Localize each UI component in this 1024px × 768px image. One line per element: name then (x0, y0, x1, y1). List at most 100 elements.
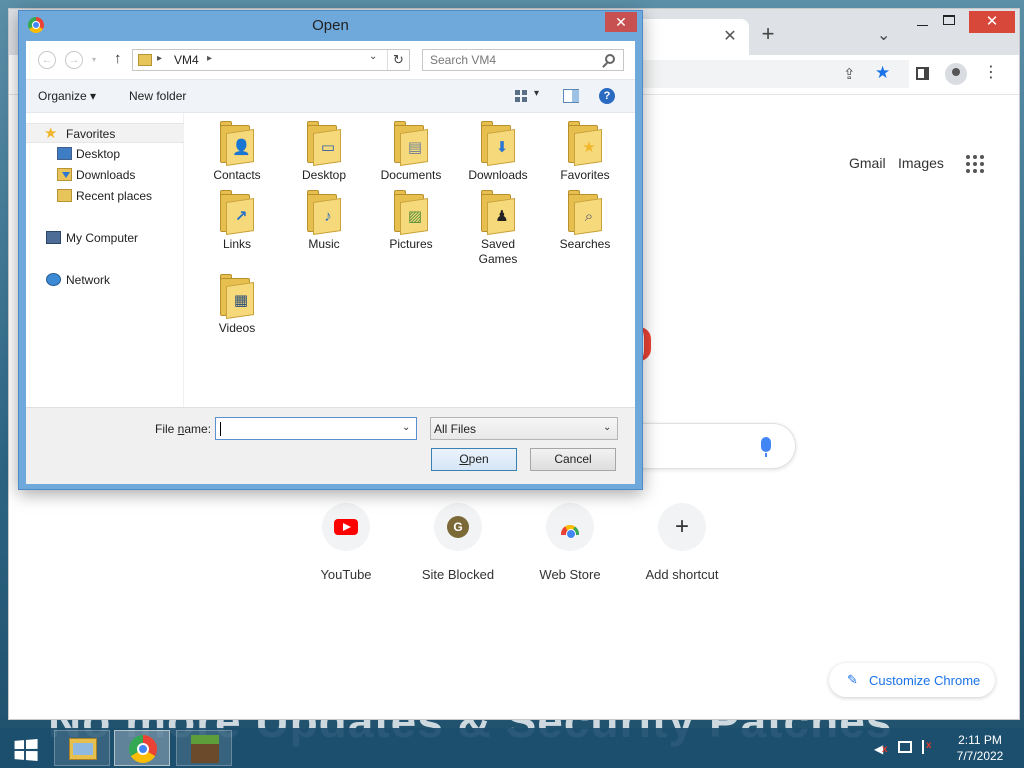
search-icon[interactable] (605, 54, 615, 64)
address-dropdown-icon[interactable]: ⌄ (369, 51, 377, 62)
folder-label: Music (308, 237, 340, 251)
gmail-link[interactable]: Gmail (849, 155, 886, 171)
folder-links[interactable]: ↗ Links (194, 190, 280, 252)
search-input[interactable] (423, 50, 601, 70)
music-folder-icon: ♪ (305, 190, 343, 235)
clock-date: 7/7/2022 (956, 749, 1004, 763)
nav-item-label: Favorites (66, 127, 116, 141)
organize-button[interactable]: Organize ▾ (38, 89, 96, 103)
dialog-close-button[interactable]: ✕ (605, 12, 637, 32)
help-icon[interactable]: ? (599, 88, 615, 104)
nav-item-downloads[interactable]: Downloads (26, 165, 184, 185)
file-type-select[interactable]: All Files ⌄ (430, 417, 618, 440)
file-name-input[interactable]: ⌄ (215, 417, 417, 440)
nav-item-favorites[interactable]: ★ Favorites (26, 123, 184, 143)
maximize-icon[interactable] (943, 15, 955, 25)
chrome-icon (129, 735, 157, 763)
breadcrumb-chevron-icon[interactable]: ▸ (157, 53, 162, 64)
action-center-flag-icon[interactable] (922, 740, 934, 754)
tab-close-icon[interactable]: ✕ (721, 28, 739, 46)
folder-documents[interactable]: ▤ Documents (368, 121, 454, 183)
folder-label: Desktop (301, 168, 347, 182)
cancel-button[interactable]: Cancel (530, 448, 616, 471)
folder-favorites[interactable]: ★ Favorites (542, 121, 628, 183)
voice-search-icon[interactable] (761, 437, 771, 457)
shortcut-label: Site Blocked (421, 567, 495, 582)
address-bar[interactable]: ▸ VM4 ▸ ⌄ ↻ (132, 49, 410, 71)
folder-downloads[interactable]: ⬇ Downloads (455, 121, 541, 183)
forward-arrow-icon[interactable]: → (65, 51, 83, 69)
change-view-icon[interactable] (515, 90, 529, 102)
view-options-dropdown-icon[interactable]: ▾ (534, 88, 539, 99)
shortcut-label: Web Store (539, 567, 601, 582)
nav-item-recent-places[interactable]: Recent places (26, 186, 184, 206)
text-caret (220, 422, 221, 436)
bookmark-star-icon[interactable]: ★ (875, 63, 890, 83)
new-folder-button[interactable]: New folder (129, 89, 186, 103)
profile-avatar-icon[interactable] (945, 63, 967, 85)
breadcrumb-vm4[interactable]: VM4 (174, 53, 199, 67)
up-arrow-icon[interactable]: ↑ (114, 50, 122, 67)
taskbar-chrome[interactable] (114, 730, 170, 766)
refresh-icon[interactable]: ↻ (387, 50, 409, 70)
taskbar-minecraft[interactable] (176, 730, 232, 766)
preview-pane-icon[interactable] (563, 89, 579, 103)
window-close-icon[interactable]: ✕ (969, 11, 1015, 33)
navigation-pane: ★ Favorites Desktop Downloads Recent pla… (26, 113, 184, 407)
customize-chrome-button[interactable]: ✎ Customize Chrome (829, 663, 995, 697)
minecraft-icon (191, 735, 219, 763)
file-name-dropdown-icon[interactable]: ⌄ (402, 422, 410, 433)
star-icon: ★ (44, 125, 58, 142)
folder-contacts[interactable]: 👤 Contacts (194, 121, 280, 183)
pictures-folder-icon: ▨ (392, 190, 430, 235)
folder-saved-games[interactable]: ♟ Saved Games (455, 190, 541, 267)
start-button[interactable] (4, 732, 44, 766)
minimize-icon[interactable] (911, 13, 935, 33)
open-dialog: Open ✕ ← → ▾ ↑ ▸ VM4 ▸ ⌄ ↻ Organize ▾ Ne… (18, 10, 643, 490)
open-button[interactable]: Open (431, 448, 517, 471)
taskbar-clock[interactable]: 2:11 PM 7/7/2022 (944, 732, 1016, 764)
recent-places-icon (57, 189, 72, 202)
new-tab-icon[interactable]: + (757, 23, 779, 45)
network-icon[interactable] (898, 741, 912, 753)
nav-item-my-computer[interactable]: My Computer (26, 228, 184, 248)
customize-chrome-label: Customize Chrome (869, 673, 981, 688)
folder-label: Pictures (389, 237, 433, 251)
breadcrumb-chevron-icon[interactable]: ▸ (207, 53, 212, 64)
tab-search-icon[interactable]: ⌄ (877, 25, 890, 45)
folder-desktop[interactable]: ▭ Desktop (281, 121, 367, 183)
shortcut-site-blocked[interactable]: G Site Blocked (403, 503, 513, 582)
desktop-folder-icon: ▭ (305, 121, 343, 166)
nav-item-network[interactable]: Network (26, 270, 184, 290)
shortcut-add[interactable]: + Add shortcut (627, 503, 737, 582)
share-icon[interactable]: ⇪ (843, 65, 856, 83)
folder-pictures[interactable]: ▨ Pictures (368, 190, 454, 252)
computer-icon (46, 231, 61, 244)
folder-label: Videos (218, 321, 256, 335)
back-arrow-icon[interactable]: ← (38, 51, 56, 69)
recent-locations-icon[interactable]: ▾ (92, 55, 96, 64)
search-box (422, 49, 624, 71)
omnibox[interactable] (609, 60, 909, 88)
side-panel-icon[interactable] (916, 67, 929, 80)
plus-icon: + (674, 513, 689, 540)
folder-label: Favorites (560, 168, 610, 182)
favorites-folder-icon: ★ (566, 121, 604, 166)
speaker-muted-icon[interactable]: ◀ (874, 742, 888, 756)
desktop-icon (57, 147, 72, 160)
folder-searches[interactable]: ⌕ Searches (542, 190, 628, 252)
address-row: ← → ▾ ↑ ▸ VM4 ▸ ⌄ ↻ (26, 41, 635, 79)
downloads-icon (57, 168, 72, 181)
images-link[interactable]: Images (898, 155, 944, 171)
chrome-menu-icon[interactable]: ⋮ (983, 65, 999, 81)
shortcut-youtube[interactable]: YouTube (291, 503, 401, 582)
taskbar-file-explorer[interactable] (54, 730, 110, 766)
shortcut-web-store[interactable]: Web Store (515, 503, 625, 582)
google-apps-icon[interactable] (966, 155, 984, 173)
nav-item-desktop[interactable]: Desktop (26, 144, 184, 164)
documents-folder-icon: ▤ (392, 121, 430, 166)
folder-music[interactable]: ♪ Music (281, 190, 367, 252)
nav-item-label: Network (66, 273, 111, 287)
taskbar: ◀ 2:11 PM 7/7/2022 (0, 728, 1024, 768)
folder-videos[interactable]: ▦ Videos (194, 274, 280, 336)
